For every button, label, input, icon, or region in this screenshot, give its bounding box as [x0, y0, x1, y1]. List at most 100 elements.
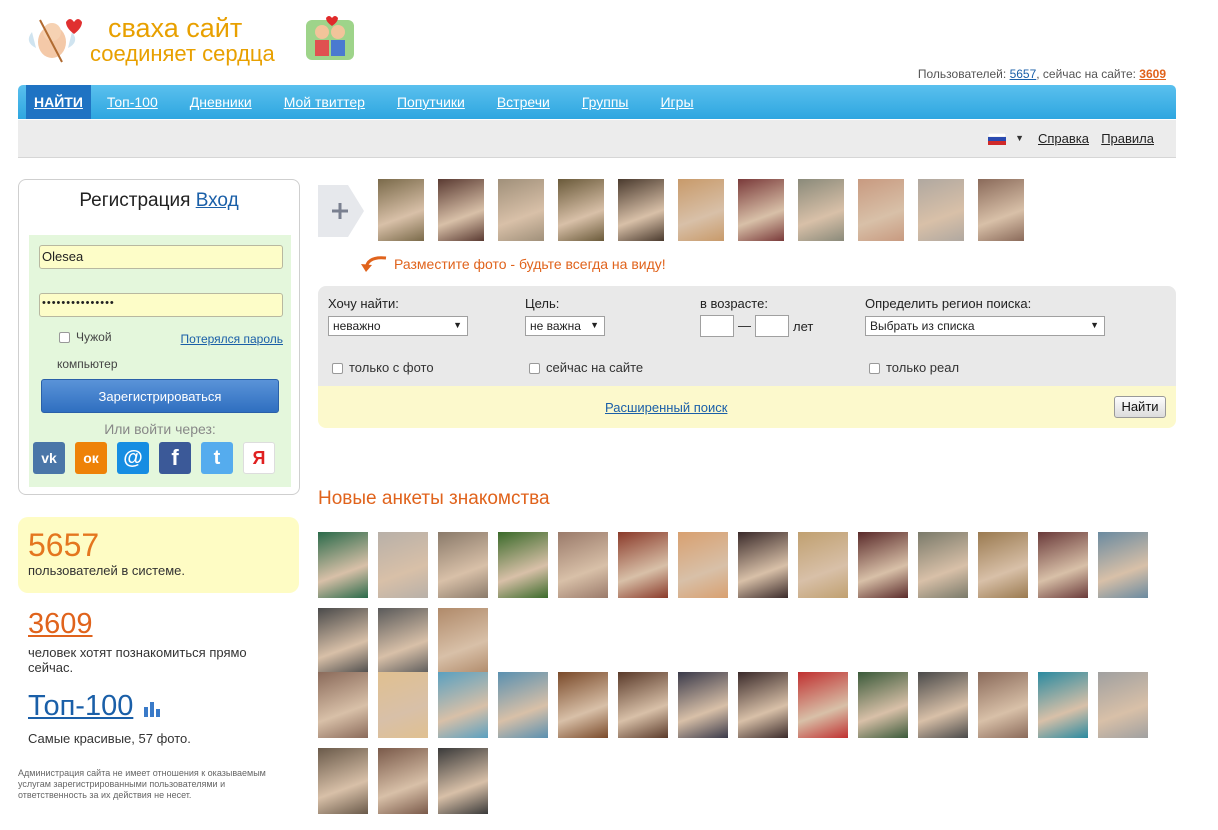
post-photo-promo[interactable]: Разместите фото - будьте всегда на виду!	[360, 254, 666, 274]
profile-photo-thumbnail[interactable]	[678, 672, 728, 738]
top100-link[interactable]: Топ-100	[28, 690, 133, 722]
password-field[interactable]: •••••••••••••••	[39, 293, 283, 317]
online-now-checkbox[interactable]	[529, 363, 540, 375]
profile-photo-thumbnail[interactable]	[1098, 532, 1148, 598]
profile-photo-thumbnail[interactable]	[318, 672, 368, 738]
profile-photo-thumbnail[interactable]	[498, 672, 548, 738]
odnoklassniki-icon[interactable]: ок	[75, 442, 107, 474]
foreign-pc-option[interactable]: Чужой	[59, 330, 112, 344]
rules-link[interactable]: Правила	[1101, 131, 1154, 146]
nav-games[interactable]: Игры	[644, 85, 709, 119]
russia-flag-icon[interactable]	[988, 133, 1006, 145]
facebook-icon[interactable]: f	[159, 442, 191, 474]
profile-photo-thumbnail[interactable]	[798, 532, 848, 598]
profile-photo-thumbnail[interactable]	[798, 672, 848, 738]
profile-photo-thumbnail[interactable]	[918, 672, 968, 738]
profile-photo-thumbnail[interactable]	[378, 748, 428, 814]
profile-photo-thumbnail[interactable]	[798, 179, 844, 241]
profile-photo-thumbnail[interactable]	[978, 532, 1028, 598]
profile-photo-thumbnail[interactable]	[978, 672, 1028, 738]
only-real-option[interactable]: только реал	[869, 360, 959, 375]
add-photo-icon[interactable]	[318, 185, 364, 237]
profile-photo-thumbnail[interactable]	[558, 532, 608, 598]
profile-photo-thumbnail[interactable]	[738, 532, 788, 598]
only-photo-option[interactable]: только с фото	[332, 360, 434, 375]
register-button[interactable]: Зарегистрироваться	[41, 379, 279, 413]
profile-photo-thumbnail[interactable]	[678, 532, 728, 598]
vk-icon[interactable]: vk	[33, 442, 65, 474]
profile-photo-thumbnail[interactable]	[738, 672, 788, 738]
online-now-option[interactable]: сейчас на сайте	[529, 360, 643, 375]
profile-photo-thumbnail[interactable]	[1038, 532, 1088, 598]
age-from-input[interactable]	[700, 315, 734, 337]
profile-photo-thumbnail[interactable]	[558, 672, 608, 738]
foreign-pc-label: Чужой	[76, 330, 112, 344]
top100-text: Самые красивые, 57 фото.	[28, 731, 191, 746]
profile-photo-thumbnail[interactable]	[378, 179, 424, 241]
featured-photos-strip	[378, 179, 1024, 241]
want-select[interactable]: неважно ▼	[328, 316, 468, 336]
profile-photo-thumbnail[interactable]	[378, 532, 428, 598]
users-count-link[interactable]: 5657	[1010, 67, 1037, 81]
nav-top100[interactable]: Топ-100	[91, 85, 174, 119]
twitter-icon[interactable]: t	[201, 442, 233, 474]
profile-photo-thumbnail[interactable]	[1038, 672, 1088, 738]
profile-photo-thumbnail[interactable]	[918, 532, 968, 598]
profile-photo-thumbnail[interactable]	[378, 608, 428, 674]
yandex-icon[interactable]: Я	[243, 442, 275, 474]
username-field[interactable]: Olesea	[39, 245, 283, 269]
online-count-link[interactable]: 3609	[1139, 67, 1166, 81]
profile-photo-thumbnail[interactable]	[738, 179, 784, 241]
nav-find[interactable]: НАЙТИ	[26, 85, 91, 119]
region-select[interactable]: Выбрать из списка ▼	[865, 316, 1105, 336]
profile-photo-thumbnail[interactable]	[498, 532, 548, 598]
post-photo-text: Разместите фото - будьте всегда на виду!	[394, 256, 666, 272]
registration-panel: Регистрация Вход Olesea ••••••••••••••• …	[18, 179, 300, 495]
profile-photo-thumbnail[interactable]	[558, 179, 604, 241]
nav-travel-companions[interactable]: Попутчики	[381, 85, 481, 119]
goal-select[interactable]: не важна ▼	[525, 316, 605, 336]
online-count-big-link[interactable]: 3609	[28, 608, 93, 640]
nav-diaries[interactable]: Дневники	[174, 85, 268, 119]
cupid-logo-icon	[28, 19, 82, 63]
profile-photo-thumbnail[interactable]	[498, 179, 544, 241]
profile-photo-thumbnail[interactable]	[438, 179, 484, 241]
profile-photo-thumbnail[interactable]	[858, 672, 908, 738]
help-link[interactable]: Справка	[1038, 131, 1089, 146]
language-dropdown-icon[interactable]: ▼	[1015, 133, 1024, 143]
advanced-search-link[interactable]: Расширенный поиск	[605, 400, 727, 415]
profile-photo-thumbnail[interactable]	[318, 608, 368, 674]
nav-meetings[interactable]: Встречи	[481, 85, 566, 119]
only-photo-label: только с фото	[349, 360, 434, 375]
profile-photo-thumbnail[interactable]	[858, 179, 904, 241]
login-link[interactable]: Вход	[196, 190, 239, 211]
profile-photo-thumbnail[interactable]	[858, 532, 908, 598]
users-label: Пользователей:	[917, 67, 1007, 81]
profile-photo-thumbnail[interactable]	[1098, 672, 1148, 738]
profile-photo-thumbnail[interactable]	[438, 672, 488, 738]
mail-icon[interactable]: @	[117, 442, 149, 474]
profile-photo-thumbnail[interactable]	[438, 532, 488, 598]
age-to-input[interactable]	[755, 315, 789, 337]
site-logo-text[interactable]: сваха сайт соединяет сердца	[90, 14, 275, 66]
profile-photo-thumbnail[interactable]	[978, 179, 1024, 241]
nav-my-twitter[interactable]: Мой твиттер	[268, 85, 381, 119]
only-real-checkbox[interactable]	[869, 363, 880, 375]
nav-groups[interactable]: Группы	[566, 85, 645, 119]
profile-photo-thumbnail[interactable]	[378, 672, 428, 738]
profile-photo-thumbnail[interactable]	[618, 179, 664, 241]
profile-photo-thumbnail[interactable]	[618, 672, 668, 738]
lost-password-link[interactable]: Потерялся пароль	[181, 332, 283, 346]
profile-photo-thumbnail[interactable]	[438, 608, 488, 674]
want-label: Хочу найти:	[328, 296, 399, 311]
or-login-via-label: Или войти через:	[104, 421, 216, 437]
profile-photo-thumbnail[interactable]	[618, 532, 668, 598]
foreign-pc-checkbox[interactable]	[59, 332, 70, 344]
profile-photo-thumbnail[interactable]	[678, 179, 724, 241]
only-photo-checkbox[interactable]	[332, 363, 343, 375]
find-button[interactable]: Найти	[1114, 396, 1166, 418]
profile-photo-thumbnail[interactable]	[918, 179, 964, 241]
profile-photo-thumbnail[interactable]	[438, 748, 488, 814]
profile-photo-thumbnail[interactable]	[318, 748, 368, 814]
profile-photo-thumbnail[interactable]	[318, 532, 368, 598]
